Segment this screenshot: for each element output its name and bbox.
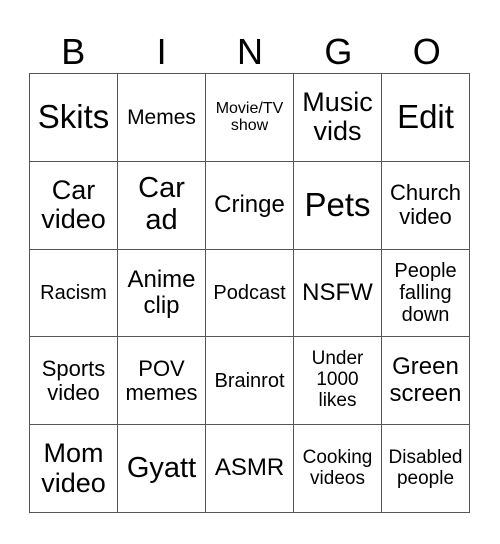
bingo-cell[interactable]: Green screen [382,337,470,426]
bingo-cell[interactable]: Pets [294,161,382,250]
bingo-cell[interactable]: Music vids [294,74,382,162]
bingo-cell[interactable]: Anime clip [118,249,206,338]
bingo-cell[interactable]: Memes [118,74,206,162]
bingo-cell[interactable]: Sports video [30,337,118,426]
bingo-cell[interactable]: ASMR [206,425,294,513]
bingo-cell[interactable]: Gyatt [118,425,206,513]
bingo-cell[interactable]: Under 1000 likes [294,337,382,426]
bingo-cell[interactable]: Cringe [206,161,294,250]
bingo-cell[interactable]: People falling down [382,249,470,338]
header-letter-b: B [61,31,86,72]
bingo-cell[interactable]: Mom video [30,425,118,513]
header-letter-g: G [324,31,353,72]
bingo-header: B I N G O [29,30,471,73]
bingo-cell[interactable]: POV memes [118,337,206,426]
bingo-cell[interactable]: Brainrot [206,337,294,426]
bingo-cell[interactable]: NSFW [294,249,382,338]
bingo-cell[interactable]: Church video [382,161,470,250]
bingo-cell[interactable]: Disabled people [382,425,470,513]
bingo-cell[interactable]: Cooking videos [294,425,382,513]
bingo-cell[interactable]: Skits [30,74,118,162]
header-letter-o: O [412,31,441,72]
bingo-cell[interactable]: Racism [30,249,118,338]
bingo-cell[interactable]: Car ad [118,161,206,250]
bingo-cell[interactable]: Car video [30,161,118,250]
bingo-cell[interactable]: Movie/TV show [206,74,294,162]
bingo-cell[interactable]: Edit [382,74,470,162]
bingo-cell[interactable]: Podcast [206,249,294,338]
bingo-grid: Skits Memes Movie/TV show Music vids Edi… [29,73,470,513]
header-letter-n: N [236,31,263,72]
header-letter-i: I [156,31,167,72]
